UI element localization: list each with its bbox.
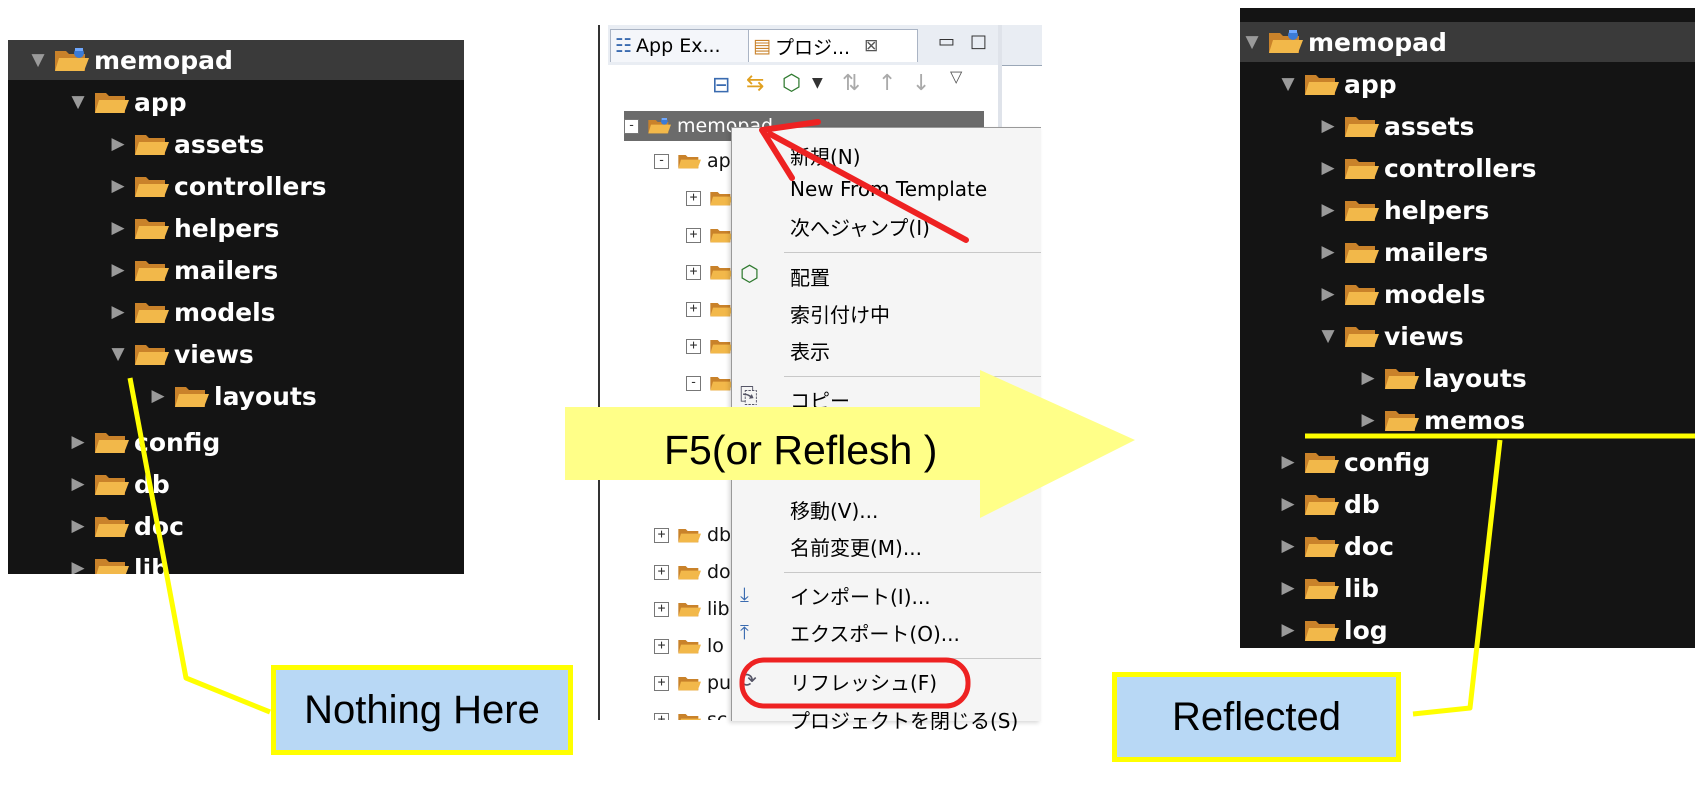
arrow-label: F5(or Reflesh ) xyxy=(664,426,938,473)
right-callout-line xyxy=(1412,439,1503,717)
callout-nothing-here: Nothing Here xyxy=(271,665,573,755)
annotation-overlay xyxy=(127,119,1695,717)
red-pointer-arrow xyxy=(767,131,969,243)
left-callout-line xyxy=(127,377,271,715)
callout-reflected: Reflected xyxy=(1112,672,1401,762)
refresh-highlight-ellipse xyxy=(739,657,971,709)
red-pointer-arrowhead xyxy=(759,119,821,181)
